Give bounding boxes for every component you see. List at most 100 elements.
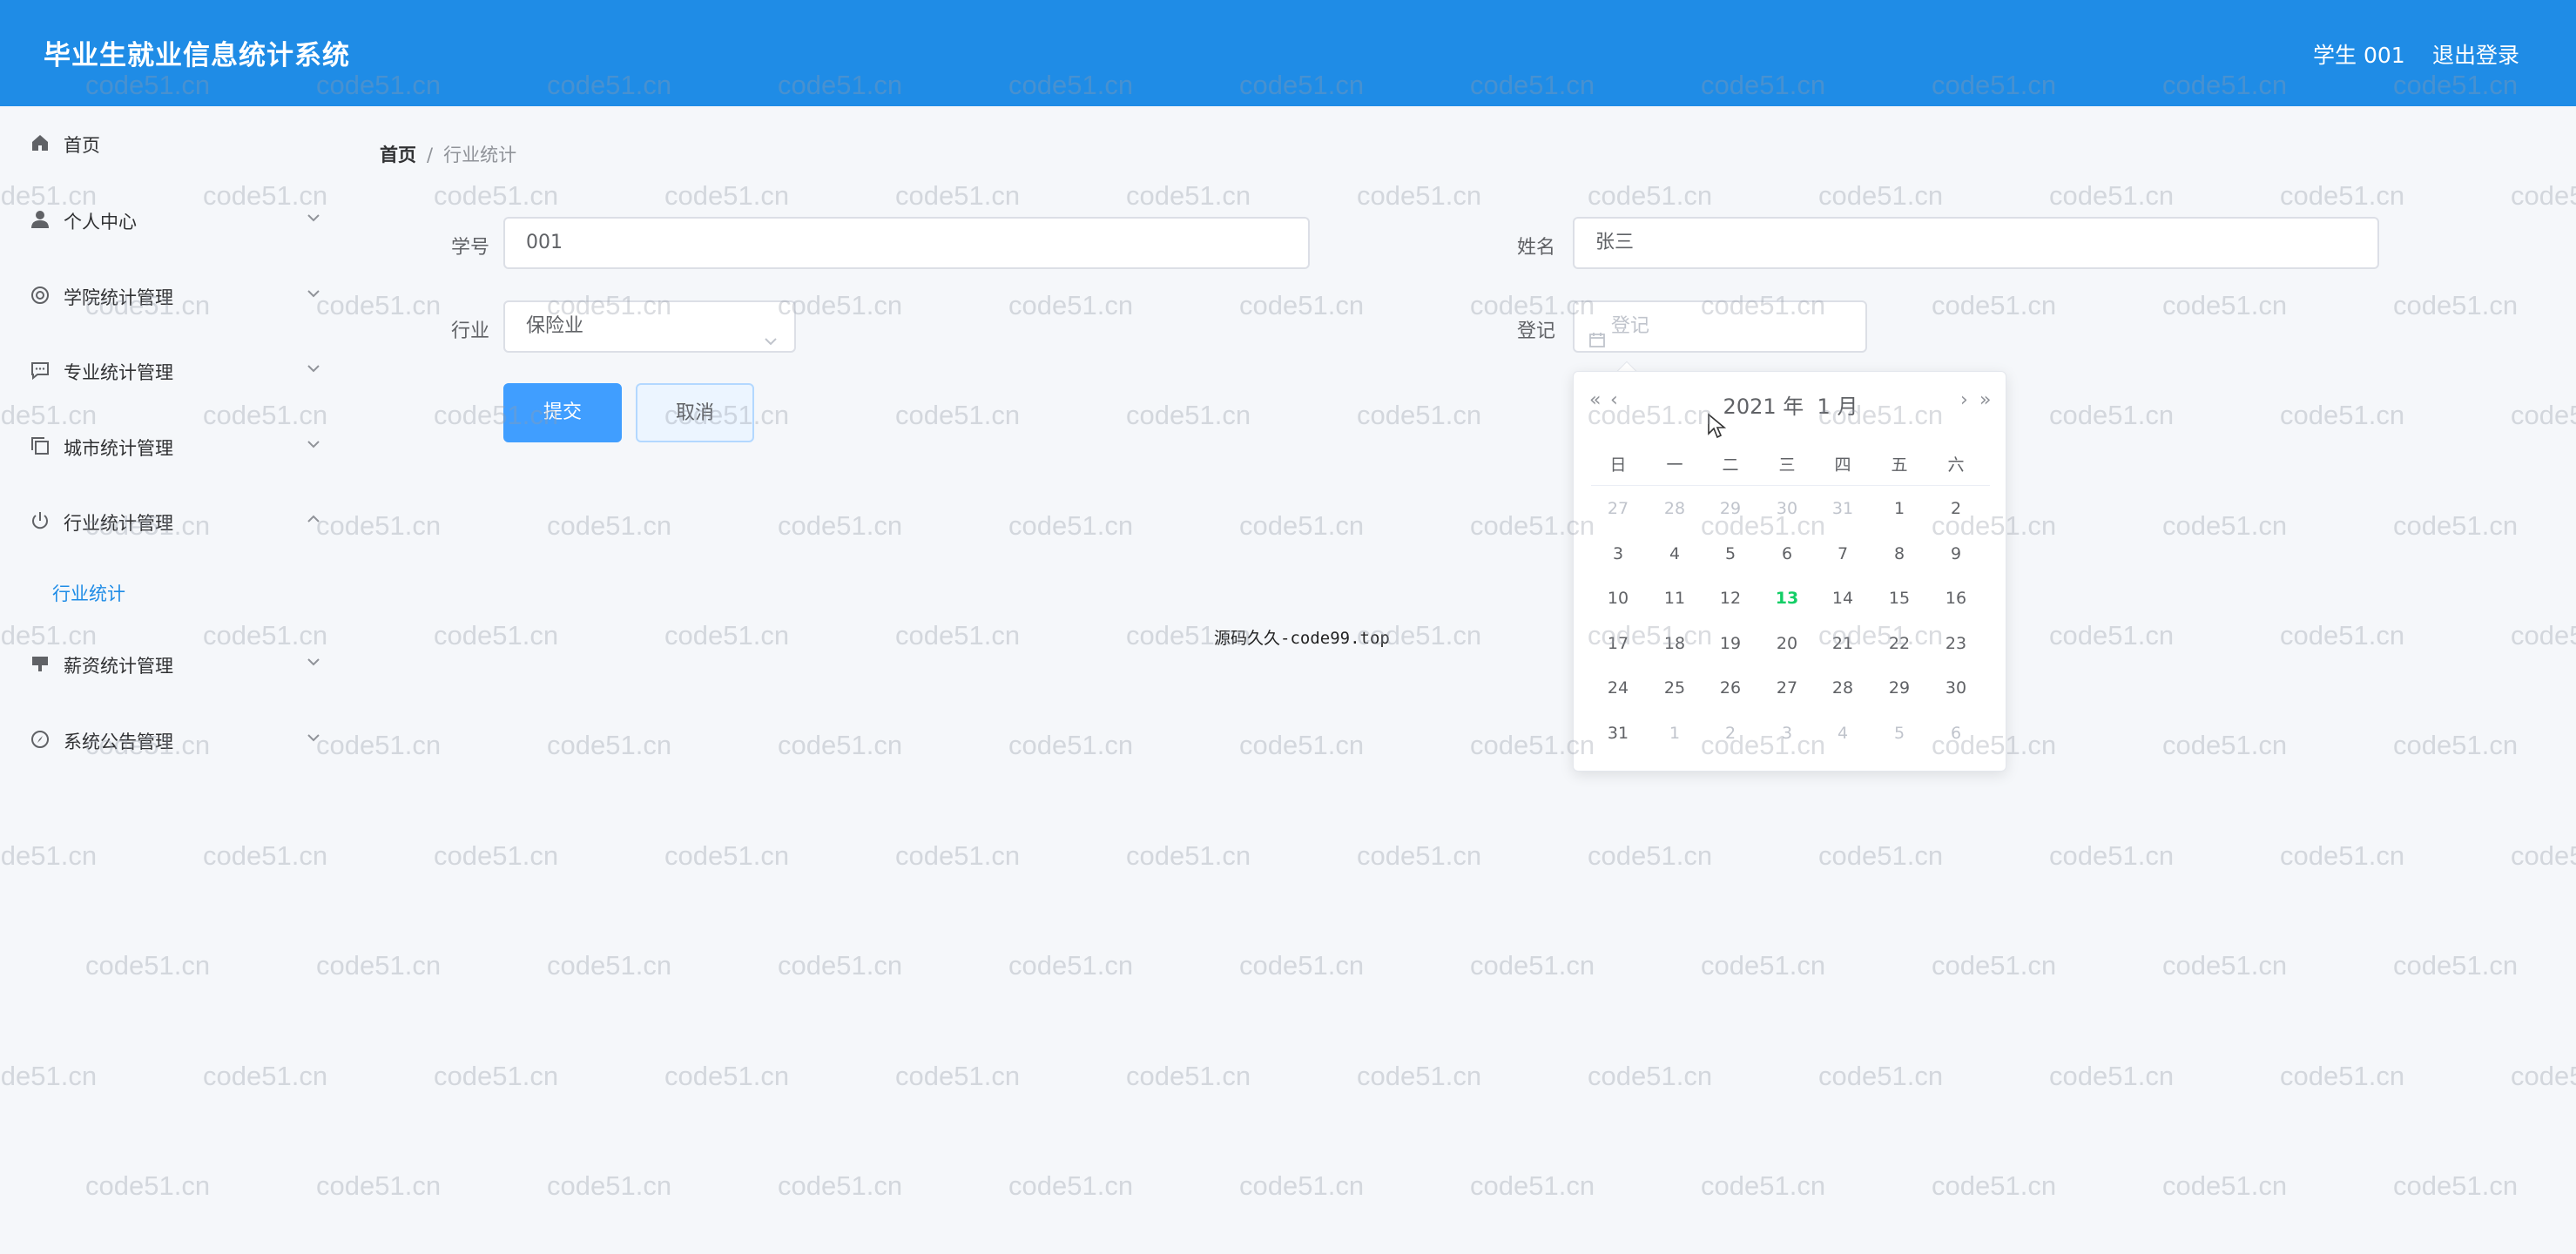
- calendar-day[interactable]: 6: [1928, 724, 1984, 743]
- weekday-header: 一: [1666, 455, 1683, 475]
- calendar-day[interactable]: 30: [1928, 678, 1984, 698]
- chevron-down-icon: [305, 435, 322, 453]
- copy-icon: [30, 435, 51, 456]
- calendar-day[interactable]: 1: [1871, 499, 1927, 518]
- breadcrumb-separator: /: [427, 145, 434, 165]
- watermark-text: code51.cn: [778, 950, 903, 981]
- watermark-text: code51.cn: [1932, 290, 2057, 320]
- watermark-text: code51.cn: [434, 180, 559, 211]
- sidebar-item-city-stats[interactable]: 城市统计管理: [0, 420, 347, 472]
- calendar-day[interactable]: 2: [1703, 724, 1758, 743]
- register-date-input[interactable]: 登记: [1573, 300, 1867, 353]
- calendar-day[interactable]: 7: [1815, 544, 1871, 563]
- calendar-day[interactable]: 1: [1647, 724, 1703, 743]
- calendar-day[interactable]: 10: [1590, 589, 1646, 608]
- calendar-day[interactable]: 17: [1590, 634, 1646, 653]
- next-year-button[interactable]: »: [1979, 389, 1991, 411]
- calendar-day[interactable]: 3: [1590, 544, 1646, 563]
- breadcrumb: 首页 / 行业统计: [380, 141, 516, 167]
- sidebar-item-industry-stats[interactable]: 行业统计管理: [0, 495, 347, 547]
- calendar-day[interactable]: 20: [1759, 634, 1815, 653]
- next-month-button[interactable]: ›: [1960, 389, 1968, 411]
- calendar-day[interactable]: 11: [1647, 589, 1703, 608]
- watermark-text: code51.cn: [2162, 290, 2288, 320]
- chevron-down-icon: [305, 360, 322, 377]
- calendar-day[interactable]: 26: [1703, 678, 1758, 698]
- watermark-text: code51.cn: [1357, 840, 1482, 871]
- sidebar-item-college-stats[interactable]: 学院统计管理: [0, 269, 347, 321]
- watermark-text: code51.cn: [434, 1061, 559, 1091]
- calendar-day[interactable]: 31: [1815, 499, 1871, 518]
- calendar-day[interactable]: 5: [1871, 724, 1927, 743]
- sidebar-item-notice-management[interactable]: 系统公告管理: [0, 713, 347, 765]
- calendar-day[interactable]: 19: [1703, 634, 1758, 653]
- datepicker-year[interactable]: 2021: [1723, 394, 1777, 419]
- calendar-day[interactable]: 6: [1759, 544, 1815, 563]
- student-id-field[interactable]: 001: [503, 217, 1310, 269]
- calendar-day[interactable]: 25: [1647, 678, 1703, 698]
- submit-button[interactable]: 提交: [503, 383, 622, 442]
- watermark-text: code51.cn: [2511, 620, 2576, 651]
- datepicker-year-suffix: 年: [1783, 394, 1804, 419]
- calendar-day[interactable]: 22: [1871, 634, 1927, 653]
- industry-select[interactable]: 保险业: [503, 300, 796, 353]
- cancel-button[interactable]: 取消: [636, 383, 754, 442]
- sidebar-item-label: 城市统计管理: [64, 438, 173, 459]
- sidebar-item-label: 行业统计管理: [64, 513, 173, 534]
- sidebar-item-label: 薪资统计管理: [64, 656, 173, 677]
- student-id-label: 学号: [451, 237, 490, 259]
- watermark-text: code51.cn: [2049, 180, 2175, 211]
- calendar-day[interactable]: 28: [1647, 499, 1703, 518]
- calendar-day[interactable]: 21: [1815, 634, 1871, 653]
- calendar-day[interactable]: 27: [1590, 499, 1646, 518]
- calendar-day[interactable]: 18: [1647, 634, 1703, 653]
- watermark-text: code51.cn: [1126, 840, 1251, 871]
- calendar-day[interactable]: 29: [1703, 499, 1758, 518]
- watermark-text: code51.cn: [547, 1170, 672, 1201]
- calendar-day[interactable]: 30: [1759, 499, 1815, 518]
- watermark-text: code51.cn: [1008, 950, 1134, 981]
- calendar-day[interactable]: 9: [1928, 544, 1984, 563]
- calendar-day[interactable]: 16: [1928, 589, 1984, 608]
- watermark-text: code51.cn: [664, 840, 790, 871]
- calendar-day[interactable]: 24: [1590, 678, 1646, 698]
- logout-link[interactable]: 退出登录: [2432, 38, 2519, 70]
- sidebar-item-personal-center[interactable]: 个人中心: [0, 193, 347, 246]
- calendar-day[interactable]: 28: [1815, 678, 1871, 698]
- weekday-divider: [1591, 485, 1990, 486]
- sidebar-item-label: 学院统计管理: [64, 287, 173, 308]
- sidebar-item-major-stats[interactable]: 专业统计管理: [0, 344, 347, 396]
- datepicker-month[interactable]: 1: [1817, 394, 1831, 419]
- sidebar-subitem-industry-stats[interactable]: 行业统计: [0, 570, 347, 613]
- name-field[interactable]: 张三: [1573, 217, 2379, 269]
- calendar-day[interactable]: 13: [1759, 589, 1815, 608]
- calendar-day[interactable]: 2: [1928, 499, 1984, 518]
- calendar-day[interactable]: 27: [1759, 678, 1815, 698]
- watermark-text: code51.cn: [1932, 1170, 2057, 1201]
- watermark-text: code51.cn: [1932, 950, 2057, 981]
- calendar-day[interactable]: 5: [1703, 544, 1758, 563]
- watermark-text: code51.cn: [1818, 840, 1944, 871]
- sidebar: 首页 个人中心 学院统计管理 专业统计管理 城市统计管理 行业统计管理 行业统计…: [0, 106, 347, 1254]
- watermark-text: code51.cn: [1701, 1170, 1826, 1201]
- sidebar-item-salary-stats[interactable]: 薪资统计管理: [0, 637, 347, 690]
- watermark-text: code51.cn: [2393, 1170, 2519, 1201]
- calendar-day[interactable]: 4: [1815, 724, 1871, 743]
- calendar-day[interactable]: 4: [1647, 544, 1703, 563]
- calendar-day[interactable]: 31: [1590, 724, 1646, 743]
- calendar-day[interactable]: 15: [1871, 589, 1927, 608]
- calendar-day[interactable]: 14: [1815, 589, 1871, 608]
- calendar-day[interactable]: 23: [1928, 634, 1984, 653]
- watermark-text: code51.cn: [2049, 840, 2175, 871]
- datepicker-month-suffix: 月: [1837, 394, 1858, 419]
- watermark-text: code51.cn: [2511, 840, 2576, 871]
- sidebar-item-home[interactable]: 首页: [0, 117, 347, 169]
- calendar-day[interactable]: 3: [1759, 724, 1815, 743]
- watermark-text: code51.cn: [895, 840, 1021, 871]
- sidebar-subitem-label: 行业统计: [52, 583, 125, 604]
- calendar-day[interactable]: 29: [1871, 678, 1927, 698]
- breadcrumb-home[interactable]: 首页: [380, 145, 416, 165]
- calendar-day[interactable]: 12: [1703, 589, 1758, 608]
- chevron-down-icon: [305, 729, 322, 746]
- calendar-day[interactable]: 8: [1871, 544, 1927, 563]
